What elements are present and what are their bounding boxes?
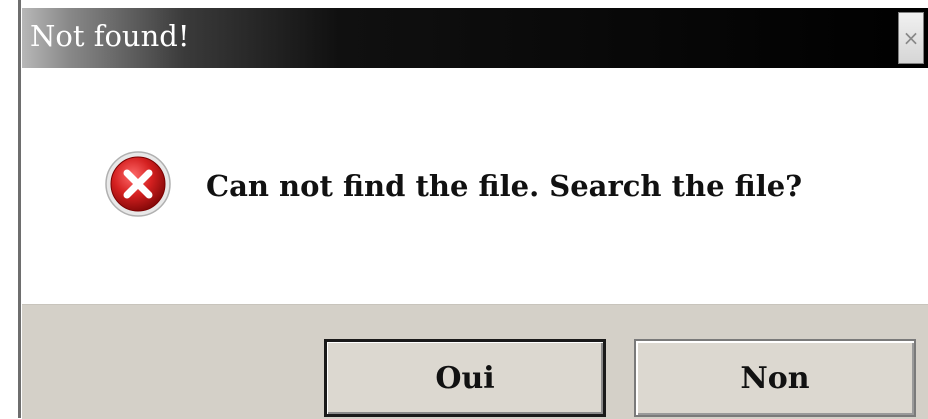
title-bar[interactable]: Not found! × bbox=[22, 8, 928, 68]
dialog-title: Not found! bbox=[30, 19, 190, 53]
no-button[interactable]: Non bbox=[634, 339, 916, 417]
dialog-message: Can not find the file. Search the file? bbox=[206, 169, 803, 203]
yes-button[interactable]: Oui bbox=[324, 339, 606, 417]
error-icon bbox=[105, 151, 171, 217]
error-dialog: Not found! × Can not find the file. Sear… bbox=[22, 8, 928, 419]
button-bar: Oui Non bbox=[22, 304, 928, 419]
window-edge bbox=[18, 0, 21, 418]
dialog-content: Can not find the file. Search the file? bbox=[22, 68, 928, 304]
close-icon: × bbox=[902, 26, 920, 50]
yes-button-label: Oui bbox=[435, 360, 495, 396]
close-button[interactable]: × bbox=[898, 12, 924, 64]
no-button-label: Non bbox=[740, 360, 810, 396]
